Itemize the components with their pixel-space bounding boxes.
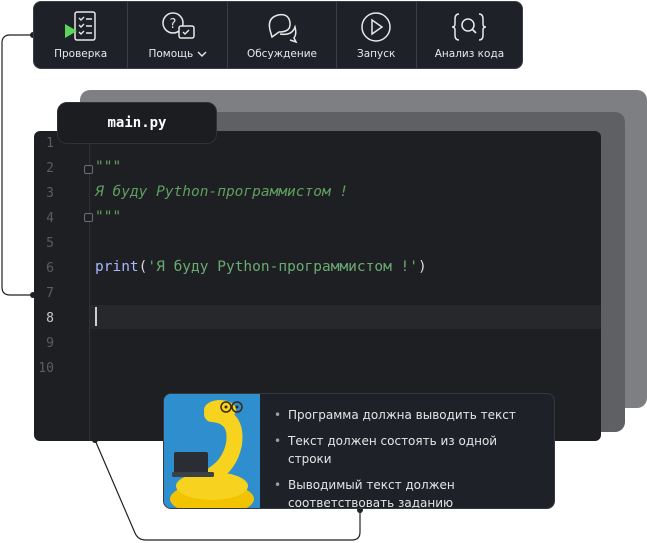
code-line-4: """ <box>95 209 122 225</box>
checklist-play-icon <box>64 11 96 41</box>
help-button[interactable]: ? Помощь <box>128 2 229 68</box>
discussion-label: Обсуждение <box>246 48 317 60</box>
task-card: Программа должна выводить текст Текст до… <box>163 393 555 509</box>
list-item: Выводимый текст должен соответствовать з… <box>274 476 544 508</box>
fold-marker-icon[interactable] <box>84 213 93 222</box>
current-line-highlight <box>90 305 601 329</box>
line-number: 9 <box>46 336 54 351</box>
code-analysis-label: Анализ кода <box>434 48 505 60</box>
list-item: Программа должна выводить текст <box>274 406 544 424</box>
code-line-6: print('Я буду Python-программистом !') <box>95 259 427 275</box>
string-literal: 'Я буду Python-программистом !' <box>147 259 419 275</box>
task-requirements-list: Программа должна выводить текст Текст до… <box>274 406 544 508</box>
fold-marker-icon[interactable] <box>84 165 93 174</box>
run-button[interactable]: Запуск <box>337 2 417 68</box>
line-number: 10 <box>38 361 54 376</box>
check-label: Проверка <box>54 48 108 60</box>
file-tab-main-py[interactable]: main.py <box>57 102 217 144</box>
run-label: Запуск <box>357 48 396 60</box>
line-number: 1 <box>46 136 54 151</box>
text-cursor <box>95 307 97 326</box>
code-line-2: """ <box>95 159 122 175</box>
line-number: 3 <box>46 186 54 201</box>
svg-text:?: ? <box>169 17 176 32</box>
code-line-3: Я буду Python-программистом ! <box>95 184 349 200</box>
python-mascot-image <box>164 394 260 508</box>
code-analysis-button[interactable]: Анализ кода <box>417 2 522 68</box>
line-number: 4 <box>46 211 54 226</box>
line-number: 5 <box>46 236 54 251</box>
line-number: 2 <box>46 161 54 176</box>
line-number: 7 <box>46 286 54 301</box>
toolbar: Проверка ? Помощь Обсуждение Запуск Анал… <box>33 1 523 69</box>
play-circle-icon <box>361 12 391 42</box>
code-search-icon <box>452 13 487 41</box>
chevron-down-icon <box>197 51 207 57</box>
close-paren: ) <box>418 259 427 275</box>
help-chat-icon: ? <box>162 12 195 39</box>
help-label: Помощь <box>148 48 194 60</box>
line-number: 6 <box>46 261 54 276</box>
python-mascot-icon <box>164 394 260 508</box>
list-item: Текст должен состоять из одной строки <box>274 432 544 468</box>
line-number-current: 8 <box>46 311 54 326</box>
check-button[interactable]: Проверка <box>34 2 129 68</box>
print-function: print <box>95 259 139 275</box>
discussion-button[interactable]: Обсуждение <box>228 2 337 68</box>
discussion-bubbles-icon <box>268 13 298 44</box>
line-number-gutter: 1 2 3 4 5 6 7 8 9 10 <box>34 131 90 441</box>
